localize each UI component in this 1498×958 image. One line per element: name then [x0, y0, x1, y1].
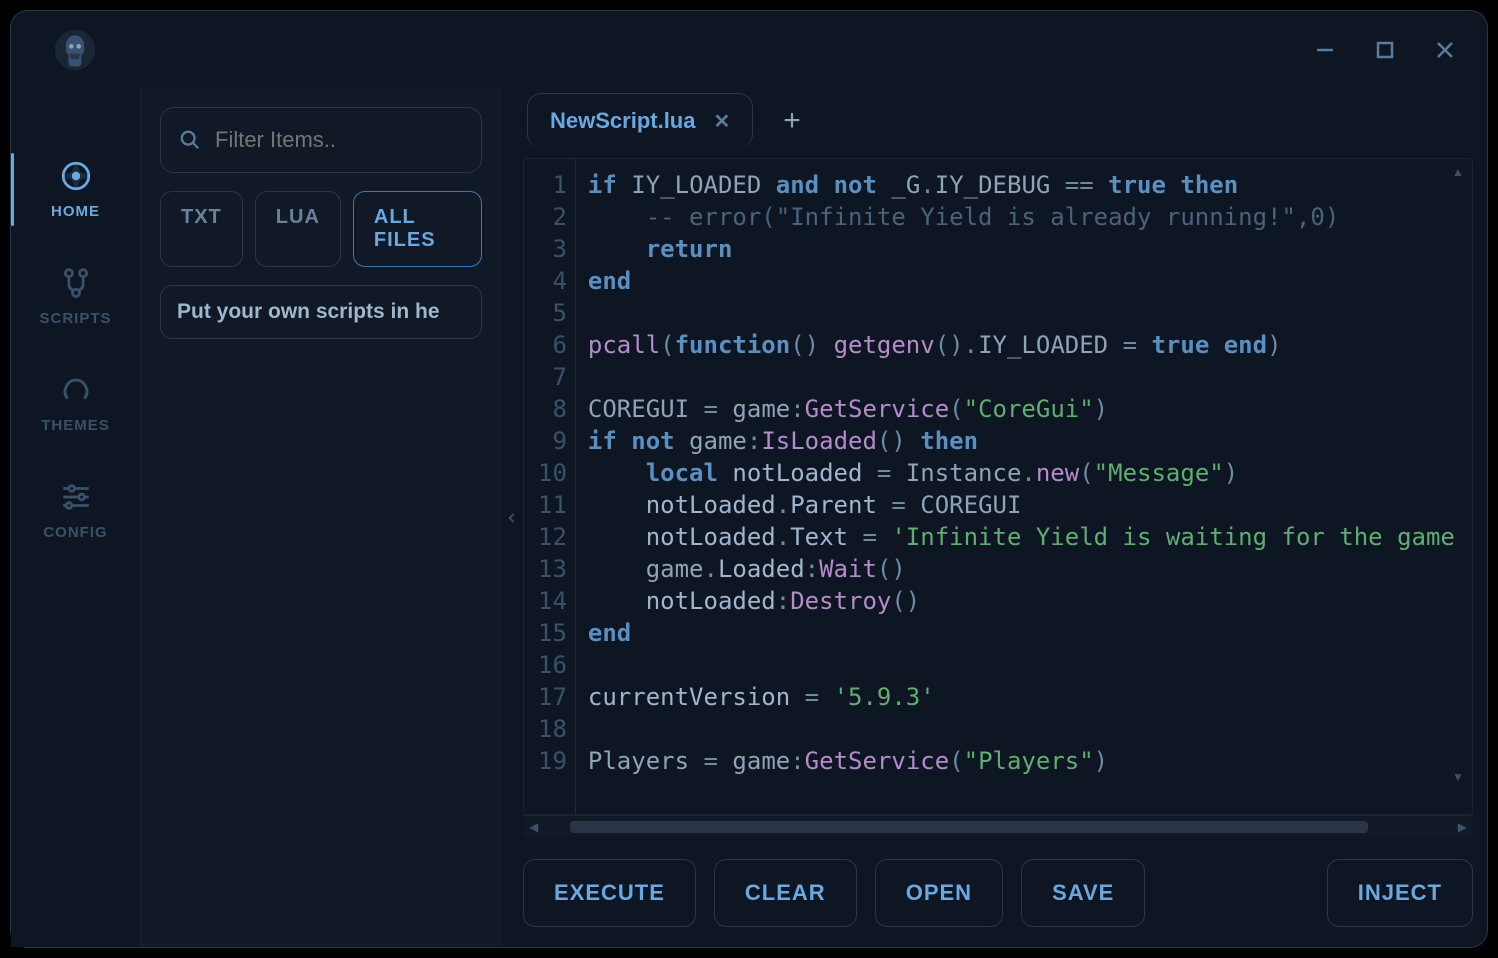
nav-label: THEMES — [41, 417, 110, 434]
minimize-button[interactable] — [1313, 38, 1337, 62]
code-content[interactable]: if IY_LOADED and not _G.IY_DEBUG == true… — [576, 159, 1467, 814]
action-bar: EXECUTE CLEAR OPEN SAVE INJECT — [523, 859, 1473, 927]
clear-button[interactable]: CLEAR — [714, 859, 857, 927]
nav-label: CONFIG — [43, 524, 107, 541]
nav-label: HOME — [51, 203, 100, 220]
h-scroll-thumb[interactable] — [570, 821, 1368, 833]
nav-label: SCRIPTS — [39, 310, 111, 327]
execute-button[interactable]: EXECUTE — [523, 859, 696, 927]
nav-item-home[interactable]: HOME — [11, 159, 140, 220]
nav-item-config[interactable]: CONFIG — [11, 480, 140, 541]
save-button[interactable]: SAVE — [1021, 859, 1145, 927]
tab-label: NewScript.lua — [550, 108, 695, 134]
open-button[interactable]: OPEN — [875, 859, 1003, 927]
editor-scroll[interactable]: 12345678910111213141516171819 if IY_LOAD… — [524, 159, 1472, 814]
app-logo — [51, 26, 99, 74]
side-panel: TXTLUAALL FILES Put your own scripts in … — [141, 89, 501, 947]
maximize-button[interactable] — [1373, 38, 1397, 62]
nav-item-themes[interactable]: THEMES — [11, 373, 140, 434]
scripts-icon — [59, 266, 93, 300]
nav-item-scripts[interactable]: SCRIPTS — [11, 266, 140, 327]
home-icon — [59, 159, 93, 193]
filter-chip-lua[interactable]: LUA — [255, 191, 341, 267]
scripts-folder-hint[interactable]: Put your own scripts in he — [160, 285, 482, 339]
filter-chips: TXTLUAALL FILES — [160, 191, 482, 267]
collapse-handle[interactable] — [501, 89, 523, 947]
titlebar — [11, 11, 1487, 89]
body: HOME SCRIPTS THEMES CONFIG TXTLUAALL FILES … — [11, 89, 1487, 947]
search-icon — [179, 129, 201, 151]
inject-button[interactable]: INJECT — [1327, 859, 1473, 927]
code-editor[interactable]: 12345678910111213141516171819 if IY_LOAD… — [523, 158, 1473, 815]
config-icon — [59, 480, 93, 514]
themes-icon — [59, 373, 93, 407]
tab-newscript-lua[interactable]: NewScript.lua ✕ — [527, 93, 753, 148]
filter-chip-all-files[interactable]: ALL FILES — [353, 191, 482, 267]
filter-input[interactable] — [215, 127, 503, 153]
line-gutter: 12345678910111213141516171819 — [524, 159, 576, 814]
filter-box[interactable] — [160, 107, 482, 173]
filter-chip-txt[interactable]: TXT — [160, 191, 243, 267]
window-controls — [1313, 38, 1467, 62]
close-icon[interactable]: ✕ — [713, 109, 730, 134]
horizontal-scrollbar[interactable]: ◀ ▶ — [523, 815, 1473, 837]
app-window: HOME SCRIPTS THEMES CONFIG TXTLUAALL FILES … — [10, 10, 1488, 948]
new-tab-button[interactable]: + — [773, 98, 811, 144]
tabs-row: NewScript.lua ✕ + — [523, 93, 1473, 148]
nav-rail: HOME SCRIPTS THEMES CONFIG — [11, 89, 141, 947]
main-area: NewScript.lua ✕ + 12345678910111213141516… — [523, 89, 1487, 947]
close-button[interactable] — [1433, 38, 1457, 62]
